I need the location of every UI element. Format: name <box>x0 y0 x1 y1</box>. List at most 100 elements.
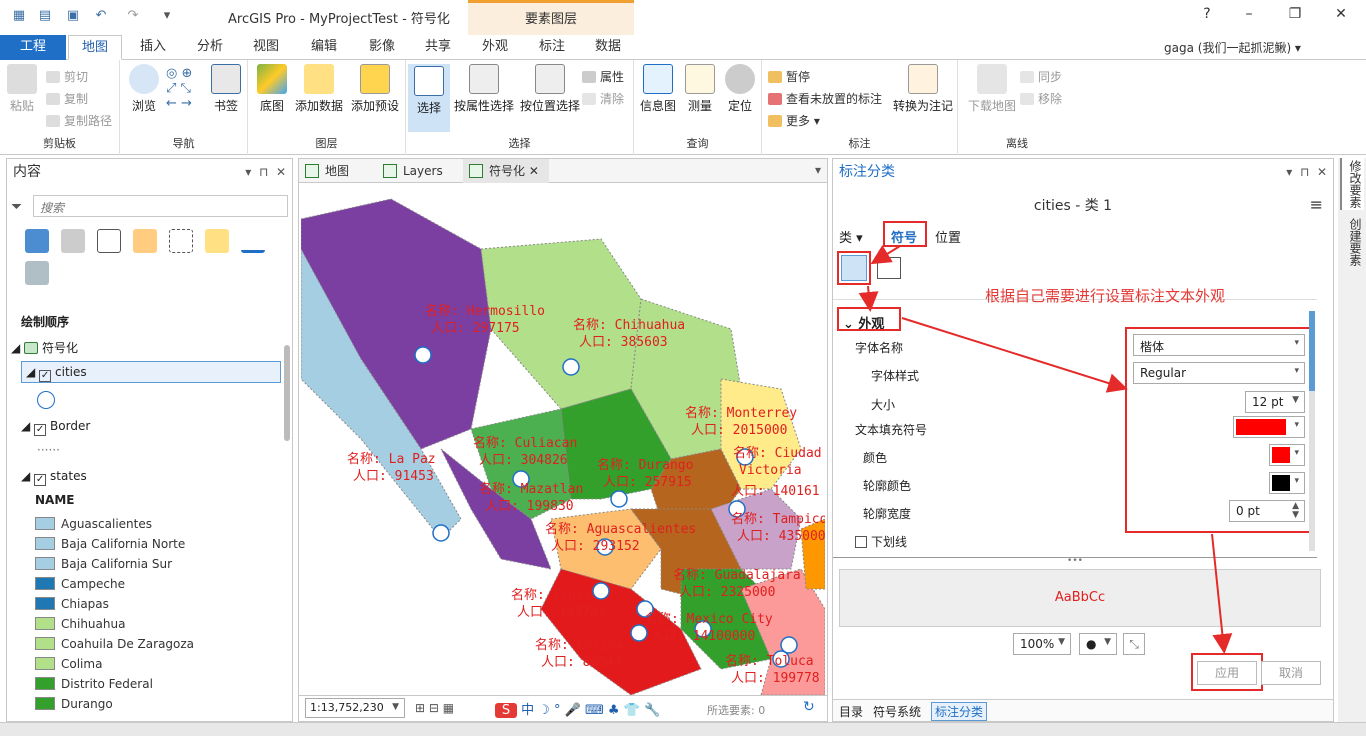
cut-button[interactable]: 剪切 <box>46 68 88 85</box>
tab-layers-layout[interactable]: Layers <box>377 159 461 183</box>
labeling-icon[interactable] <box>205 229 229 253</box>
data-source-icon[interactable] <box>61 229 85 253</box>
close-tab-icon[interactable]: ✕ <box>529 164 539 178</box>
layer-states[interactable]: ◢ ✓ states <box>21 469 87 486</box>
tab-imagery[interactable]: 影像 <box>356 35 408 60</box>
tab-modify-features[interactable]: 修改要素 <box>1340 158 1364 210</box>
basemap-button[interactable]: 底图 <box>254 64 290 114</box>
tab-position[interactable]: 位置 <box>935 227 961 246</box>
infographics-button[interactable]: 信息图 <box>638 64 678 114</box>
city-marker-icon[interactable] <box>592 582 610 600</box>
layer-visibility-checkbox[interactable]: ✓ <box>34 474 47 486</box>
add-preset-button[interactable]: 添加预设 <box>348 64 402 114</box>
menu-icon[interactable]: ≡ <box>1310 195 1323 214</box>
background-dropdown[interactable]: ● ▼ <box>1079 633 1117 655</box>
pause-labels-button[interactable]: 暂停 <box>768 68 810 85</box>
pane-controls[interactable]: ▾ ⊓ ✕ <box>245 159 286 185</box>
text-properties-icon[interactable] <box>877 257 901 279</box>
close-button[interactable]: ✕ <box>1326 6 1356 22</box>
city-marker-icon[interactable] <box>562 358 580 376</box>
minimize-button[interactable]: – <box>1234 6 1264 22</box>
splitter[interactable]: ••• <box>833 557 1317 566</box>
tab-map-view[interactable]: 地图 <box>299 159 375 183</box>
editing-icon[interactable] <box>133 229 157 253</box>
tab-map[interactable]: 地图 <box>68 35 122 60</box>
select-by-location-button[interactable]: 按位置选择 <box>516 64 584 114</box>
tab-appearance[interactable]: 外观 <box>470 35 520 60</box>
map-canvas[interactable]: 名称: Hermosillo 人口: 297175 名称: Chihuahua 人口:… <box>301 189 825 695</box>
select-button[interactable]: 选择 <box>408 64 450 132</box>
paste-button[interactable]: 粘贴 <box>4 64 40 114</box>
layer-border[interactable]: ◢ ✓ Border <box>21 419 90 436</box>
measure-button[interactable]: 测量 <box>680 64 720 114</box>
cancel-button[interactable]: 取消 <box>1261 661 1321 685</box>
help-button[interactable]: ? <box>1192 6 1222 22</box>
tab-view[interactable]: 视图 <box>240 35 292 60</box>
search-input[interactable]: 搜索 <box>33 195 288 217</box>
locate-button[interactable]: 定位 <box>720 64 760 114</box>
snapping-icon[interactable] <box>169 229 193 253</box>
tab-symbology-map[interactable]: 符号化 ✕ <box>463 159 549 183</box>
open-project-icon[interactable]: ▤ <box>36 8 54 24</box>
nav-tools-icon[interactable]: ◎ ⊕ ⤢ ⤡ ← → <box>166 66 192 111</box>
underline-checkbox[interactable]: 下划线 <box>855 533 907 550</box>
layer-cities[interactable]: ◢ ✓ cities <box>21 361 281 383</box>
layer-visibility-checkbox[interactable]: ✓ <box>39 370 52 382</box>
pane-controls[interactable]: ▾ ⊓ ✕ <box>1286 159 1327 185</box>
remove-button[interactable]: 移除 <box>1020 90 1062 107</box>
city-marker-icon[interactable] <box>432 524 450 542</box>
layer-visibility-checkbox[interactable]: ✓ <box>34 424 47 436</box>
tab-edit[interactable]: 编辑 <box>298 35 350 60</box>
save-icon[interactable]: ▣ <box>64 8 82 24</box>
contents-scrollbar[interactable] <box>284 345 290 441</box>
map-node[interactable]: ◢ 符号化 <box>11 339 78 356</box>
tab-label-class[interactable]: 标注分类 <box>931 702 988 721</box>
redo-icon[interactable]: ↷ <box>124 8 142 24</box>
drawing-order-icon[interactable] <box>25 229 49 253</box>
tab-catalog[interactable]: 目录 <box>839 703 863 720</box>
tab-data[interactable]: 数据 <box>582 35 634 60</box>
clear-selection-button[interactable]: 清除 <box>582 90 624 107</box>
convert-to-annotation-button[interactable]: 转换为注记 <box>890 64 956 114</box>
city-marker-icon[interactable] <box>630 624 648 642</box>
zoom-dropdown[interactable]: 100% ▼ <box>1013 633 1071 655</box>
customize-toolbar-icon[interactable]: ▾ <box>158 8 176 24</box>
tab-list-icon[interactable]: ▾ <box>815 163 821 177</box>
scale-selector[interactable]: 1:13,752,230 ▼ <box>305 698 405 718</box>
city-marker-icon[interactable] <box>414 346 432 364</box>
tab-project[interactable]: 工程 <box>0 35 66 60</box>
attributes-button[interactable]: 属性 <box>582 68 624 85</box>
tab-create-features[interactable]: 创建要素 <box>1340 216 1364 268</box>
bookmarks-button[interactable]: 书签 <box>208 64 244 114</box>
properties-scrollbar[interactable] <box>1309 311 1315 551</box>
copy-button[interactable]: 复制 <box>46 90 88 107</box>
perspective-icon[interactable] <box>25 261 49 285</box>
view-unplaced-button[interactable]: 查看未放置的标注 <box>768 90 882 107</box>
window-title: ArcGIS Pro - MyProjectTest - 符号化 <box>228 12 450 27</box>
undo-icon[interactable]: ↶ <box>92 8 110 24</box>
ime-toolbar[interactable]: S 中 ☽ ° 🎤 ⌨ ♣ 👕 🔧 <box>495 699 695 719</box>
tab-insert[interactable]: 插入 <box>128 35 178 60</box>
map-tools-icon[interactable]: ⊞ ⊟ ▦ <box>415 701 454 715</box>
explore-button[interactable]: 浏览 <box>126 64 162 114</box>
tab-share[interactable]: 共享 <box>412 35 464 60</box>
download-map-button[interactable]: 下载地图 <box>962 64 1022 114</box>
filter-icon[interactable]: ⏷ <box>11 199 22 215</box>
tab-analysis[interactable]: 分析 <box>184 35 236 60</box>
new-project-icon[interactable]: ▦ <box>10 8 28 24</box>
select-by-attributes-button[interactable]: 按属性选择 <box>450 64 518 114</box>
class-dropdown[interactable]: 类 ▾ <box>839 227 863 246</box>
user-account[interactable]: gaga (我们一起抓泥鳅) ▾ <box>1164 39 1301 56</box>
selection-icon[interactable] <box>97 229 121 253</box>
chart-icon[interactable] <box>241 229 265 253</box>
copy-path-button[interactable]: 复制路径 <box>46 112 112 129</box>
more-button[interactable]: 更多 ▾ <box>768 112 820 129</box>
refresh-icon[interactable]: ↻ <box>803 699 815 715</box>
add-data-button[interactable]: 添加数据 <box>292 64 346 114</box>
sync-button[interactable]: 同步 <box>1020 68 1062 85</box>
tab-labeling[interactable]: 标注 <box>526 35 578 60</box>
reset-view-icon[interactable]: ⤡ <box>1123 633 1145 655</box>
maximize-button[interactable]: ❐ <box>1280 6 1310 22</box>
tab-symbology[interactable]: 符号系统 <box>873 703 921 720</box>
city-marker-icon[interactable] <box>610 490 628 508</box>
